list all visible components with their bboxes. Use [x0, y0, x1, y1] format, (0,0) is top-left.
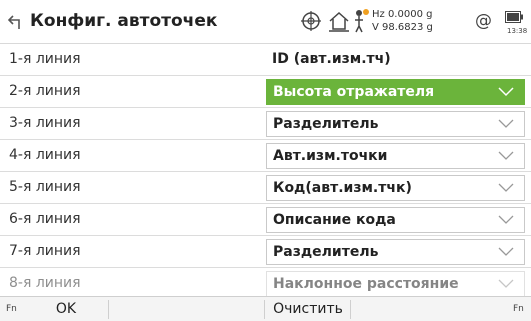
line-4-dropdown[interactable]: Авт.изм.точки [266, 143, 525, 169]
field-value: Код(авт.изм.тчк) [273, 180, 412, 196]
divider [264, 300, 265, 319]
battery-time: 13:38 [507, 27, 528, 35]
divider [108, 300, 109, 319]
target-icon[interactable] [300, 10, 322, 32]
row-label: 3-я линия [9, 115, 81, 131]
prism-pole-icon[interactable] [352, 8, 370, 34]
list-item: 7-я линия Разделитель [0, 236, 531, 268]
line-config-list: 1-я линия ID (авт.изм.тч) 2-я линия Высо… [0, 44, 531, 296]
clear-button[interactable]: Очистить [266, 297, 350, 321]
field-value: Авт.изм.точки [273, 148, 388, 164]
list-item: 4-я линия Авт.изм.точки [0, 140, 531, 172]
row-label: 2-я линия [9, 83, 81, 99]
list-item: 1-я линия ID (авт.изм.тч) [0, 44, 531, 76]
chevron-down-icon [498, 119, 514, 128]
field-value: Разделитель [273, 244, 379, 260]
list-item: 6-я линия Описание кода [0, 204, 531, 236]
row-label: 8-я линия [9, 275, 81, 291]
line-5-dropdown[interactable]: Код(авт.изм.тчк) [266, 175, 525, 201]
fn-right-key[interactable]: Fn [513, 304, 524, 314]
field-value: Высота отражателя [273, 84, 435, 100]
row-label: 6-я линия [9, 211, 81, 227]
line-3-dropdown[interactable]: Разделитель [266, 111, 525, 137]
divider [350, 300, 351, 319]
line-8-dropdown[interactable]: Наклонное расстояние [266, 271, 525, 296]
chevron-down-icon [498, 215, 514, 224]
at-icon[interactable]: @ [475, 11, 492, 31]
hz-value: Hz 0.0000 g [372, 9, 433, 20]
row-label: 5-я линия [9, 179, 81, 195]
fn-left-key[interactable]: Fn [6, 304, 17, 314]
line-2-dropdown[interactable]: Высота отражателя [266, 79, 525, 105]
list-item: 2-я линия Высота отражателя [0, 76, 531, 108]
row-label: 1-я линия [9, 51, 81, 67]
field-value: Описание кода [273, 212, 396, 228]
field-value: Наклонное расстояние [273, 276, 459, 292]
row-label: 7-я линия [9, 243, 81, 259]
list-item: 5-я линия Код(авт.изм.тчк) [0, 172, 531, 204]
line-6-dropdown[interactable]: Описание кода [266, 207, 525, 233]
ok-button[interactable]: OK [24, 297, 108, 321]
page-title: Конфиг. автоточек [30, 11, 218, 31]
v-value: V 98.6823 g [372, 22, 433, 33]
title-bar: Конфиг. автоточек Hz 0.0000 g V 98.6823 … [0, 0, 531, 44]
chevron-down-icon [498, 247, 514, 256]
back-icon[interactable] [8, 12, 24, 30]
angle-readout: Hz 0.0000 g V 98.6823 g [372, 8, 433, 34]
chevron-down-icon [498, 87, 514, 97]
chevron-down-icon [498, 151, 514, 160]
chevron-down-icon [498, 279, 514, 288]
line-7-dropdown[interactable]: Разделитель [266, 239, 525, 265]
field-value: Разделитель [273, 116, 379, 132]
battery-icon [505, 11, 523, 23]
row-label: 4-я линия [9, 147, 81, 163]
home-icon[interactable] [328, 10, 350, 32]
list-item: 8-я линия Наклонное расстояние [0, 268, 531, 296]
field-value: ID (авт.изм.тч) [272, 51, 391, 67]
list-item: 3-я линия Разделитель [0, 108, 531, 140]
softkey-bar: Fn OK Очистить Fn [0, 296, 531, 321]
line-1-value: ID (авт.изм.тч) [266, 47, 525, 73]
chevron-down-icon [498, 183, 514, 192]
